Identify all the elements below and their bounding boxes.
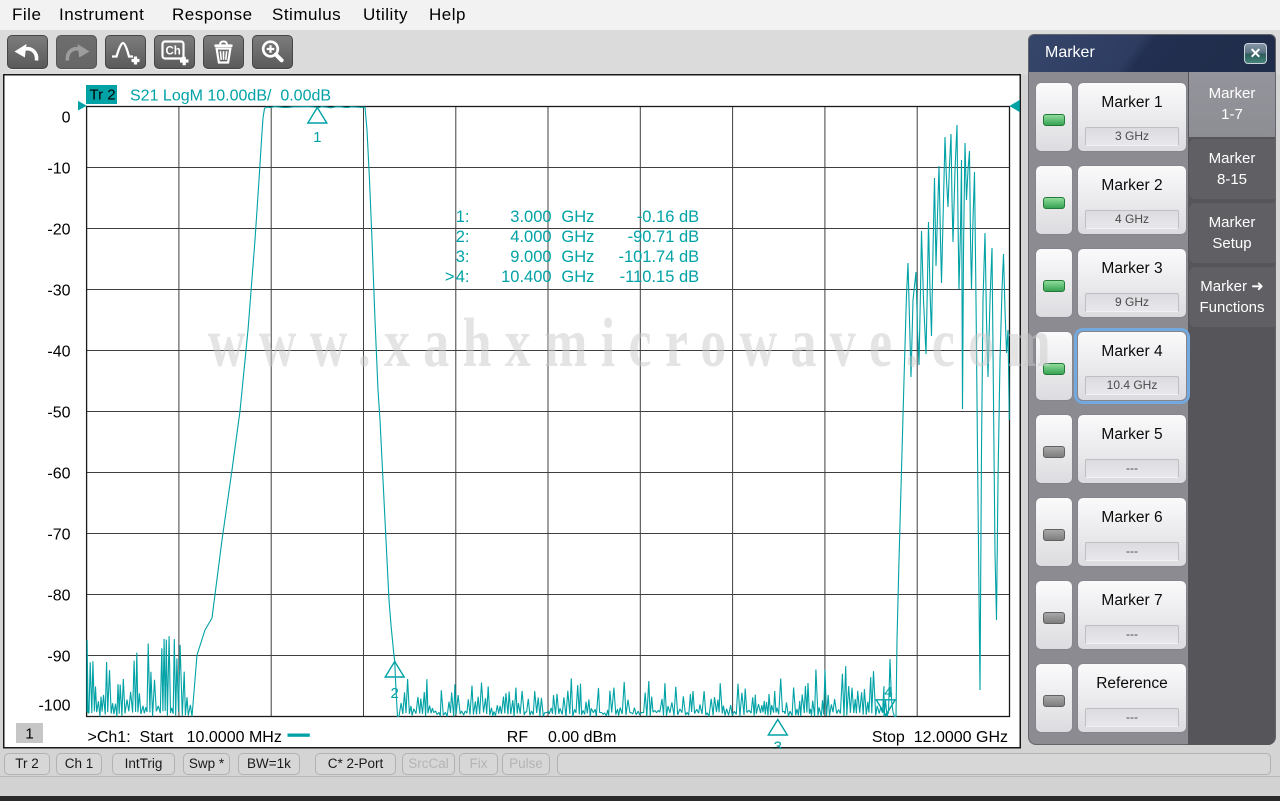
svg-text:0.00 dBm: 0.00 dBm — [548, 729, 616, 746]
svg-text:GHz: GHz — [561, 248, 594, 266]
svg-text:4: 4 — [884, 684, 892, 701]
svg-text:-70: -70 — [47, 526, 70, 543]
svg-text:GHz: GHz — [561, 268, 594, 286]
svg-text:-110.15 dB: -110.15 dB — [620, 268, 700, 286]
svg-text:9.000: 9.000 — [510, 248, 551, 266]
svg-text:-20: -20 — [47, 221, 70, 238]
svg-text:1: 1 — [25, 726, 33, 743]
svg-text:4.000: 4.000 — [510, 228, 551, 246]
svg-text:-101.74 dB: -101.74 dB — [618, 248, 699, 266]
svg-text:4:: 4: — [456, 268, 470, 286]
svg-text:3: 3 — [774, 739, 782, 750]
svg-text:>Ch1: Start 10.0000 MHz: >Ch1: Start 10.0000 MHz — [88, 729, 282, 746]
svg-text:S21 LogM 10.00dB/ 0.00dB: S21 LogM 10.00dB/ 0.00dB — [130, 88, 331, 105]
svg-text:Tr 2: Tr 2 — [90, 87, 116, 104]
svg-text:2: 2 — [391, 685, 399, 702]
svg-text:3:: 3: — [456, 248, 470, 266]
svg-text:-10: -10 — [47, 160, 70, 177]
svg-text:-90: -90 — [47, 648, 70, 665]
svg-text:0: 0 — [62, 109, 71, 126]
svg-text:1: 1 — [313, 129, 321, 146]
svg-text:3.000: 3.000 — [510, 208, 551, 226]
svg-text:-100: -100 — [38, 698, 70, 715]
svg-text:GHz: GHz — [561, 228, 594, 246]
svg-text:-0.16 dB: -0.16 dB — [637, 208, 699, 226]
svg-text:RF: RF — [507, 729, 529, 746]
svg-text:-90.71 dB: -90.71 dB — [628, 228, 700, 246]
svg-text:>: > — [445, 268, 455, 286]
svg-text:Ch: Ch — [166, 46, 181, 58]
svg-text:-60: -60 — [47, 465, 70, 482]
svg-text:-40: -40 — [47, 343, 70, 360]
svg-text:-50: -50 — [47, 404, 70, 421]
svg-text:1:: 1: — [456, 208, 470, 226]
svg-text:10.400: 10.400 — [501, 268, 551, 286]
svg-text:-80: -80 — [47, 587, 70, 604]
svg-text:2:: 2: — [456, 228, 470, 246]
svg-text:GHz: GHz — [561, 208, 594, 226]
svg-text:-30: -30 — [47, 282, 70, 299]
svg-text:Stop 12.0000 GHz: Stop 12.0000 GHz — [872, 729, 1008, 746]
